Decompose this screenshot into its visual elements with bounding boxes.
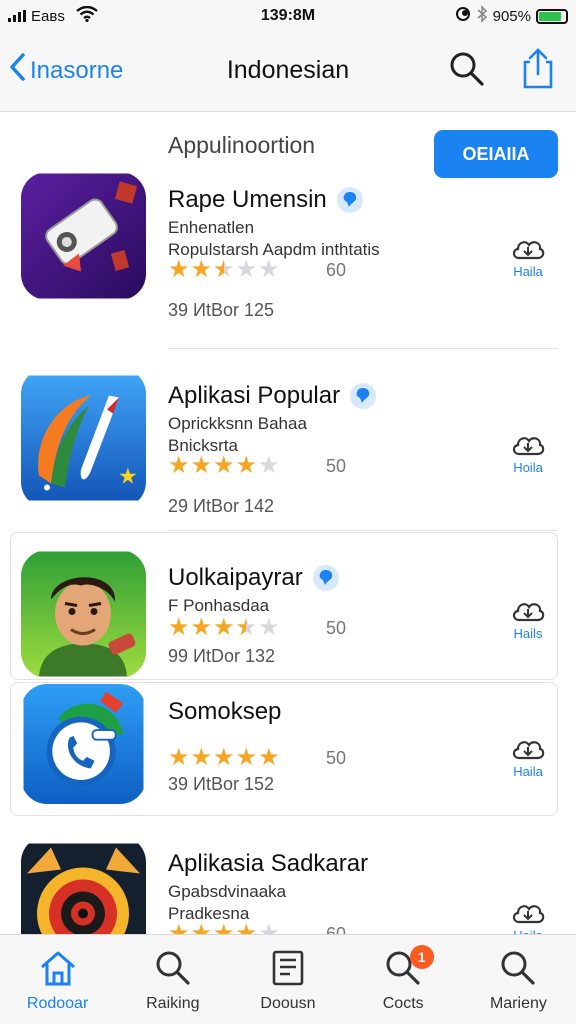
- tab-costs[interactable]: 1 Cocts: [346, 935, 461, 1024]
- tab-memory-label: Marieny: [489, 995, 547, 1012]
- row-divider: [168, 530, 558, 531]
- app-rating: ★ ★ ★ ★ ★ 50: [168, 452, 346, 479]
- cloud-download-icon: [512, 437, 545, 456]
- cloud-download-icon: [512, 603, 545, 622]
- star-rating: ★★★★★: [168, 744, 280, 771]
- status-bar: Eaвs 139:8M 905%: [0, 0, 576, 32]
- star-rating: ★★★★★★: [168, 614, 280, 641]
- tab-home[interactable]: Rodoоar: [0, 935, 115, 1024]
- download-label: Haila: [513, 264, 543, 279]
- download-label: Hails: [513, 626, 543, 641]
- app-icon[interactable]: [21, 172, 146, 300]
- app-rating: ★★★★★★ 60: [168, 256, 346, 283]
- app-icon[interactable]: [21, 550, 146, 678]
- get-button[interactable]: OEIAIIA: [434, 130, 558, 178]
- star-rating: ★★★★★: [168, 452, 280, 479]
- app-name[interactable]: Somoksep: [168, 698, 281, 726]
- app-meta: 39 ИtBor 125: [168, 300, 275, 320]
- search-icon: [156, 951, 190, 985]
- moon-icon: [455, 6, 471, 26]
- tab-ranking-label: Raiking: [146, 995, 200, 1012]
- download-button[interactable]: Haila: [506, 734, 550, 779]
- rating-count: 50: [326, 617, 347, 638]
- app-name-text: Rape Umensin: [168, 186, 327, 213]
- notification-badge: 1: [409, 945, 434, 969]
- download-label: Haila: [513, 764, 543, 779]
- app-name-text: Aplikasia Sadkarar: [168, 850, 369, 877]
- verified-icon: [336, 187, 363, 213]
- cloud-download-icon: [512, 241, 545, 260]
- download-label: Hoila: [513, 460, 543, 475]
- share-button[interactable]: [520, 48, 556, 95]
- bluetooth-icon: [476, 5, 488, 27]
- page-title: Indonesian: [226, 56, 350, 84]
- app-subtitle: Enhenatlen: [168, 218, 255, 237]
- app-icon[interactable]: ★: [21, 368, 146, 508]
- tab-documents[interactable]: Doousn: [230, 935, 345, 1024]
- share-icon: [523, 48, 553, 89]
- signal-icon: [8, 10, 26, 22]
- app-meta: 99 ИtDor 132: [168, 646, 275, 666]
- home-icon: [40, 951, 75, 986]
- download-button[interactable]: Hails: [506, 596, 550, 641]
- app-subtitle: Oprickksnn Bahaa: [168, 414, 307, 433]
- download-button[interactable]: Haila: [506, 234, 550, 279]
- star-rating: ★★★★★★: [168, 256, 280, 283]
- app-name-text: Uolkaipayrar: [168, 564, 303, 591]
- search-icon: [501, 951, 536, 985]
- rating-count: 50: [326, 455, 347, 476]
- app-name[interactable]: Aplikasia Sadkarar: [168, 850, 368, 878]
- battery-icon: [536, 8, 568, 24]
- wifi-icon: [76, 5, 98, 26]
- rating-count: 60: [326, 259, 347, 280]
- verified-icon: [312, 565, 339, 591]
- navigation-bar: Inasorne Indonesian: [0, 32, 576, 112]
- download-button[interactable]: Hoila: [506, 430, 550, 475]
- app-subtitle: F Ponhasdaa: [168, 596, 270, 615]
- app-rating: ★ ★ ★ ★ ★ 50: [168, 744, 346, 771]
- tab-ranking[interactable]: Raiking: [115, 935, 230, 1024]
- verified-icon: [350, 383, 377, 409]
- app-rating: ★★★★★★ 50: [168, 614, 346, 641]
- tab-costs-label: Cocts: [382, 995, 424, 1012]
- app-name-text: Aplikasi Popular: [168, 382, 341, 409]
- section-title: Appulinoortion: [168, 132, 316, 158]
- carrier-label: Eaвs: [31, 7, 65, 25]
- tab-memory[interactable]: Marieny: [461, 935, 576, 1024]
- row-divider: [168, 348, 558, 349]
- svg-text:★: ★: [118, 465, 138, 490]
- app-name[interactable]: Uolkaipayrar: [168, 564, 339, 592]
- tab-documents-label: Doousn: [260, 995, 316, 1012]
- cloud-download-icon: [512, 741, 545, 760]
- document-icon: [272, 950, 304, 986]
- tab-home-label: Rodoоar: [26, 995, 89, 1012]
- tab-bar: Rodoоar Raiking Doousn 1 Cocts Marieny: [0, 934, 576, 1024]
- app-subtitle: Gpabsdvinaaka: [168, 882, 287, 901]
- status-time: 139:8M: [260, 7, 316, 24]
- app-meta: 39 ИtBor 152: [168, 774, 275, 794]
- search-icon: [450, 52, 484, 86]
- app-icon[interactable]: [21, 684, 146, 804]
- search-button[interactable]: [448, 50, 486, 93]
- app-meta: 29 ИtBor 142: [168, 496, 275, 516]
- app-name[interactable]: Rape Umensin: [168, 186, 363, 214]
- rating-count: 50: [326, 747, 347, 768]
- cloud-download-icon: [512, 905, 545, 924]
- battery-percent: 905%: [492, 7, 531, 25]
- app-name-text: Somoksep: [168, 698, 282, 725]
- app-name[interactable]: Aplikasi Popular: [168, 382, 377, 410]
